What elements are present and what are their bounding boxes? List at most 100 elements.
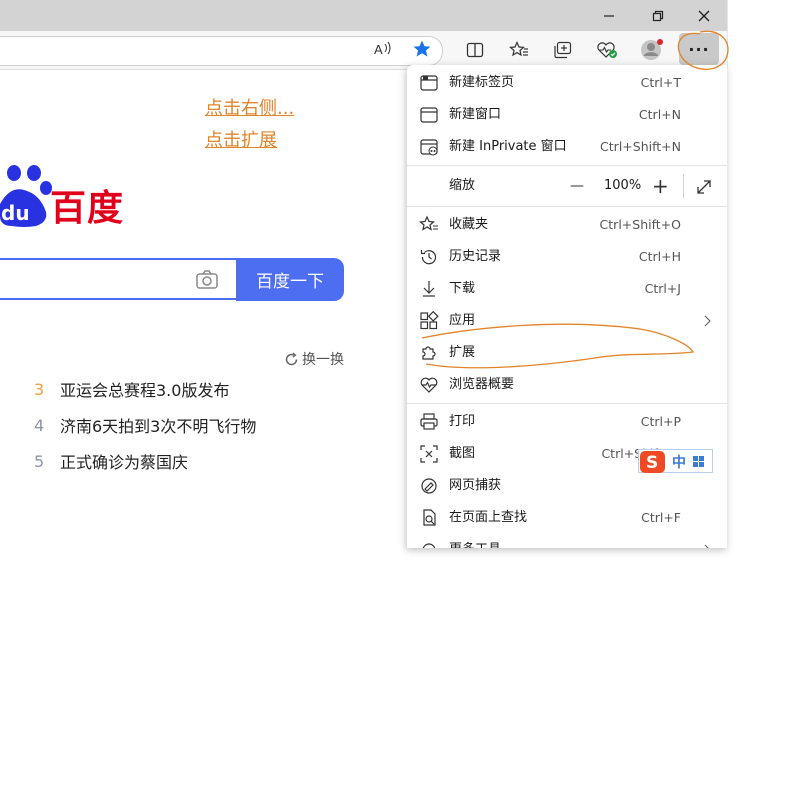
window-titlebar [0, 0, 727, 31]
menu-separator [407, 403, 727, 404]
new-window-icon [419, 105, 439, 125]
svg-text:du: du [1, 201, 30, 225]
read-aloud-icon[interactable]: A [372, 38, 394, 60]
chevron-right-icon [703, 543, 713, 548]
svg-text:S: S [646, 453, 658, 473]
hot-search-item[interactable]: 5 正式确诊为蔡国庆 [34, 449, 188, 473]
menu-item-label: 应用 [449, 313, 476, 328]
favorites-star-icon [419, 215, 439, 235]
collections-icon[interactable] [548, 36, 578, 64]
hot-search-item[interactable]: 4 济南6天拍到3次不明飞行物 [34, 413, 256, 437]
ime-toolbar[interactable]: S 中 [638, 449, 713, 473]
hot-search-rank: 4 [34, 415, 45, 435]
extensions-icon [419, 343, 439, 363]
apps-icon [419, 311, 439, 331]
menu-item-find-on-page[interactable]: 在页面上查找 Ctrl+F [407, 502, 727, 534]
hot-search-rank: 5 [34, 451, 45, 471]
menu-item-shortcut: Ctrl+H [638, 249, 681, 264]
chevron-right-icon [703, 314, 713, 328]
menu-item-shortcut: Ctrl+J [644, 281, 681, 296]
settings-menu: 新建标签页 Ctrl+T 新建窗口 Ctrl+N 新建 InPrivate 窗口 Ctrl… [407, 65, 727, 548]
link-click-extension[interactable]: 点击扩展 [205, 126, 277, 152]
menu-item-new-tab[interactable]: 新建标签页 Ctrl+T [407, 67, 727, 99]
favorites-icon[interactable] [504, 36, 534, 64]
menu-item-label: 扩展 [449, 345, 476, 360]
fullscreen-button[interactable] [695, 178, 713, 196]
zoom-row: 缩放 — 100% + [407, 167, 727, 205]
camera-search-icon[interactable] [195, 269, 221, 291]
zoom-value: 100% [604, 178, 642, 193]
menu-item-web-capture[interactable]: 网页捕获 [407, 470, 727, 502]
restore-icon [652, 10, 664, 22]
profile-avatar-icon[interactable] [637, 36, 667, 64]
hot-search-rank: 3 [34, 379, 45, 399]
new-tab-icon [419, 73, 439, 93]
menu-item-label: 截图 [449, 446, 476, 461]
menu-item-shortcut: Ctrl+N [638, 107, 681, 122]
browser-essentials-menu-icon [419, 375, 439, 395]
menu-item-shortcut: Ctrl+F [641, 510, 681, 525]
link-click-right[interactable]: 点击右侧... [205, 94, 294, 120]
star-filled-icon[interactable] [411, 38, 433, 60]
minimize-button[interactable] [598, 6, 620, 26]
baidu-logo-text: 百度 [50, 188, 125, 229]
close-icon [698, 10, 710, 22]
more-dots-icon: ··· [688, 39, 710, 59]
hot-search-title: 亚运会总赛程3.0版发布 [60, 381, 230, 400]
zoom-out-button[interactable]: — [570, 167, 584, 205]
menu-item-more-tools[interactable]: 更多工具 [407, 534, 727, 548]
menu-item-label: 浏览器概要 [449, 377, 515, 392]
menu-item-label: 更多工具 [449, 534, 501, 548]
print-icon [419, 412, 439, 432]
more-tools-icon [419, 540, 439, 548]
menu-item-label: 新建 InPrivate 窗口 [449, 139, 567, 154]
zoom-in-button[interactable]: + [652, 167, 669, 205]
menu-item-favorites[interactable]: 收藏夹 Ctrl+Shift+O [407, 209, 727, 241]
settings-and-more-button[interactable]: ··· [679, 33, 719, 65]
zoom-divider [683, 174, 684, 198]
ime-mode-label[interactable]: 中 [672, 452, 686, 472]
menu-item-shortcut: Ctrl+T [640, 75, 681, 90]
inprivate-window-icon [419, 137, 439, 157]
hot-search-title: 正式确诊为蔡国庆 [60, 453, 189, 472]
menu-item-label: 打印 [449, 414, 476, 429]
search-button[interactable]: 百度一下 [236, 258, 344, 301]
menu-item-history[interactable]: 历史记录 Ctrl+H [407, 241, 727, 273]
menu-separator [407, 206, 727, 207]
split-screen-icon[interactable] [460, 36, 490, 64]
menu-item-label: 下载 [449, 281, 476, 296]
menu-item-apps[interactable]: 应用 [407, 305, 727, 337]
menu-item-new-inprivate[interactable]: 新建 InPrivate 窗口 Ctrl+Shift+N [407, 131, 727, 163]
minimize-icon [604, 15, 614, 17]
menu-item-extensions[interactable]: 扩展 [407, 337, 727, 369]
menu-item-label: 新建标签页 [449, 75, 515, 90]
refresh-icon [285, 352, 298, 365]
menu-item-label: 在页面上查找 [449, 510, 528, 525]
menu-item-browser-essentials[interactable]: 浏览器概要 [407, 369, 727, 401]
refresh-hot-list-button[interactable]: 换一换 [284, 349, 344, 369]
menu-item-shortcut: Ctrl+Shift+N [600, 139, 681, 154]
hot-search-item[interactable]: 3 亚运会总赛程3.0版发布 [34, 377, 229, 401]
find-on-page-icon [419, 508, 439, 528]
menu-item-label: 历史记录 [449, 249, 502, 264]
refresh-label: 换一换 [302, 352, 344, 368]
close-button[interactable] [693, 6, 715, 26]
menu-item-label: 网页捕获 [449, 478, 502, 493]
menu-separator [407, 165, 727, 166]
window-edge [727, 0, 728, 69]
browser-essentials-icon[interactable] [592, 36, 622, 64]
history-icon [419, 247, 439, 267]
menu-item-new-window[interactable]: 新建窗口 Ctrl+N [407, 99, 727, 131]
restore-button[interactable] [647, 6, 669, 26]
menu-item-label: 收藏夹 [449, 217, 489, 232]
menu-item-shortcut: Ctrl+P [640, 414, 681, 429]
menu-item-downloads[interactable]: 下载 Ctrl+J [407, 273, 727, 305]
screenshot-icon [419, 444, 439, 464]
fullscreen-icon [697, 180, 711, 194]
menu-item-print[interactable]: 打印 Ctrl+P [407, 406, 727, 438]
svg-text:A: A [374, 42, 383, 57]
hot-search-title: 济南6天拍到3次不明飞行物 [60, 417, 257, 436]
menu-item-label: 新建窗口 [449, 107, 502, 122]
zoom-label: 缩放 [449, 178, 476, 193]
menu-item-shortcut: Ctrl+Shift+O [599, 217, 681, 232]
